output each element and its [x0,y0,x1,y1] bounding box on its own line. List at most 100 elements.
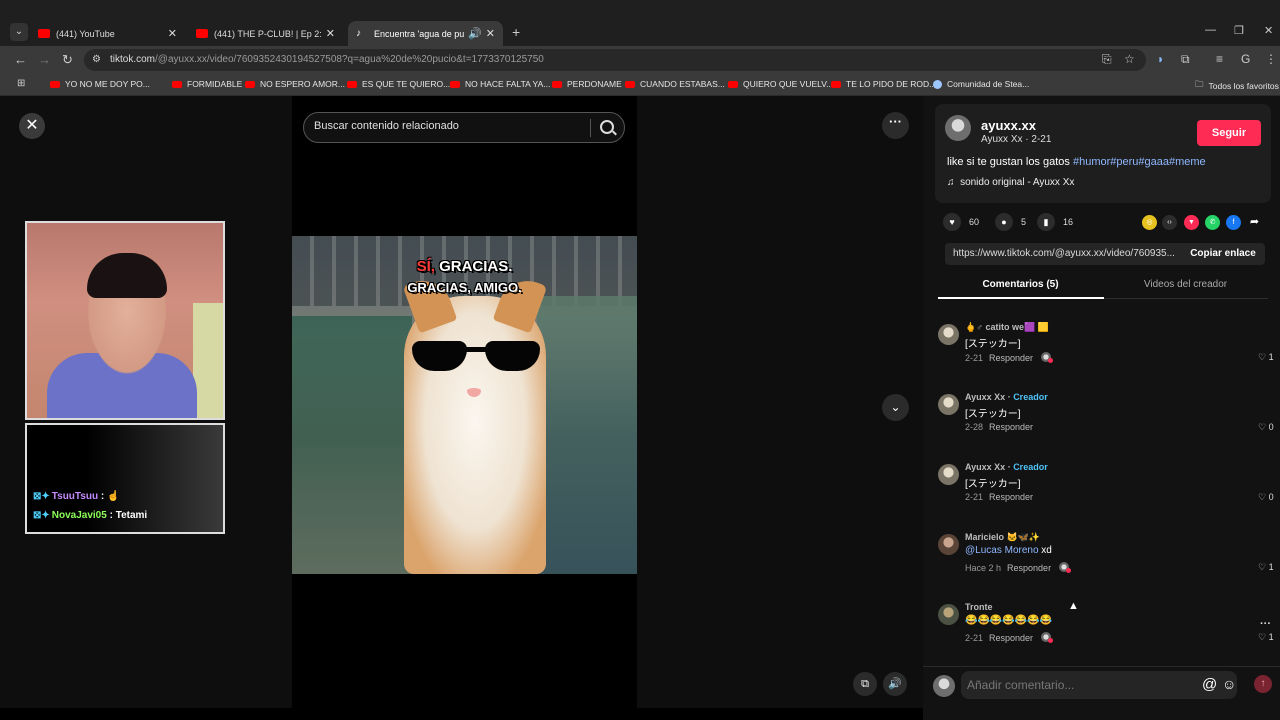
commenter-avatar[interactable] [938,534,959,555]
reply-button[interactable]: Responder [1007,563,1051,573]
bookmark-item[interactable]: CUANDO ESTABAS... [625,79,725,89]
related-search-bar[interactable] [303,112,625,143]
save-button[interactable]: ▮ 16 [1037,213,1073,231]
next-video-button[interactable]: ⌄ [882,394,909,421]
comment-like[interactable]: ♡ 1 [1258,632,1274,643]
mention-at-icon[interactable]: @ [1202,676,1217,693]
embed-icon[interactable]: ‹› [1162,215,1177,230]
new-tab-button[interactable]: + [512,24,520,40]
window-close-icon[interactable]: ✕ [1264,24,1273,37]
follow-button[interactable]: Seguir [1197,120,1261,146]
whatsapp-icon[interactable]: ✆ [1205,215,1220,230]
all-bookmarks[interactable]: 🗀 Todos los favoritos [1195,79,1279,93]
tab-tiktok[interactable]: ♪ Encuentra 'agua de pucio' e 🔊 ✕ [348,21,503,46]
reply-button[interactable]: Responder [989,492,1033,502]
video-caption-line1: SÍ, GRACIAS. [292,258,637,275]
comment-meta: 2-21 Responder [965,352,1054,363]
search-input[interactable] [314,120,584,132]
bookmark-item[interactable]: QUIERO QUE VUELV... [728,79,833,89]
more-options-button[interactable]: ··· [882,112,909,139]
install-icon[interactable]: ⎘ [1102,52,1112,67]
comment-like[interactable]: ♡ 1 [1258,352,1274,363]
comment-more-icon[interactable]: ··· [1260,618,1271,630]
address-bar[interactable]: ⚙ tiktok.com/@ayuxx.xx/video/76093524301… [84,49,1146,71]
close-video-button[interactable]: ✕ [19,113,45,139]
bookmark-item[interactable]: Comunidad de Stea... [933,79,1029,89]
floating-player-icon[interactable]: ⧉ [853,672,877,696]
bookmark-item[interactable]: YO NO ME DOY PO... [50,79,150,89]
speaker-icon[interactable]: 🔊 [468,27,482,40]
site-info-icon[interactable]: ⚙ [92,49,101,71]
facebook-icon[interactable]: f [1226,215,1241,230]
commenter-name[interactable]: Ayuxx Xx · Creador [965,462,1048,472]
commenter-name[interactable]: 🖕♂ catito we🟪 🟨 [965,322,1049,333]
tab-creator-videos[interactable]: Videos del creador [1103,279,1268,290]
close-tab-icon[interactable]: ✕ [168,27,177,40]
comment-input[interactable] [967,678,1197,692]
coin-share-icon[interactable]: ◎ [1142,215,1157,230]
bookmark-item[interactable]: NO HACE FALTA YA... [450,79,550,89]
extensions-icon[interactable]: ⧉ [1181,52,1190,67]
close-tab-icon[interactable]: ✕ [486,27,495,40]
reply-button[interactable]: Responder [989,422,1033,432]
tab-comments[interactable]: Comentarios (5) [938,279,1103,290]
media-icon[interactable]: ≡ [1216,52,1223,66]
comment-item: Maricielo 🐱🦋✨ @Lucas Moreno xd Hace 2 h R… [938,532,1274,590]
restore-icon[interactable]: ❐ [1234,24,1244,37]
tab-youtube-pclub[interactable]: (441) THE P-CLUB! | Ep 2: Los S ✕ [188,21,343,46]
bookmark-star-icon[interactable]: ☆ [1124,52,1135,66]
heart-icon: ♥ [943,213,961,231]
minimize-icon[interactable]: — [1205,24,1216,36]
commenter-avatar[interactable] [938,604,959,625]
reply-button[interactable]: Responder [989,633,1033,643]
bookmark-label: Comunidad de Stea... [947,79,1030,89]
share-link-url[interactable]: https://www.tiktok.com/@ayuxx.xx/video/7… [953,248,1178,259]
bookmark-item[interactable]: NO ESPERO AMOR... [245,79,345,89]
commenter-name[interactable]: Tronte [965,602,993,612]
close-tab-icon[interactable]: ✕ [326,27,335,40]
comment-like[interactable]: ♡ 0 [1258,492,1274,503]
tab-search-button[interactable]: ⌄ [10,23,28,41]
comment-like[interactable]: ♡ 0 [1258,422,1274,433]
commenter-name[interactable]: Maricielo 🐱🦋✨ [965,532,1040,543]
profile-icon[interactable]: G [1241,52,1250,66]
commenter-avatar[interactable] [938,464,959,485]
back-icon[interactable]: ← [14,52,27,67]
reply-button[interactable]: Responder [989,353,1033,363]
reload-icon[interactable]: ↻ [62,52,73,68]
mention-link[interactable]: @Lucas Moreno [965,545,1039,556]
chat-line: ⊠✦ TsuuTsuu : ☝ [33,491,120,502]
search-icon[interactable] [600,120,614,134]
forward-icon[interactable]: → [38,52,51,67]
share-arrow-icon[interactable]: ➦ [1247,215,1262,230]
apps-grid-icon[interactable]: ⊞ [17,79,27,89]
creator-liked-avatar [1041,632,1054,643]
commenter-avatar[interactable] [938,324,959,345]
bookmark-item[interactable]: ES QUE TE QUIERO... [347,79,450,89]
comment-button[interactable]: ● 5 [995,213,1026,231]
commenter-name[interactable]: Ayuxx Xx · Creador [965,392,1048,402]
like-button[interactable]: ♥ 60 [943,213,979,231]
post-comment-button[interactable]: ↑ [1254,675,1272,693]
sound-link[interactable]: ♫ sonido original - Ayuxx Xx [947,177,1074,188]
commenter-avatar[interactable] [938,394,959,415]
video-player[interactable]: SÍ, GRACIAS. GRACIAS, AMIGO. [292,236,637,574]
extension-audio-icon[interactable]: ◗ [1157,52,1164,66]
copy-link-button[interactable]: Copiar enlace [1181,243,1265,265]
author-avatar[interactable] [945,115,971,141]
hashtags-link[interactable]: #humor#peru#gaaa#meme [1073,156,1206,168]
chat-message: Tetami [115,510,148,521]
comment-like[interactable]: ♡ 1 [1258,562,1274,573]
volume-icon[interactable]: 🔊 [883,672,907,696]
url-host: tiktok.com [110,54,156,65]
tab-youtube[interactable]: (441) YouTube ✕ [30,21,185,46]
bookmark-item[interactable]: PERDONAME [552,79,622,89]
bookmark-item[interactable]: FORMIDABLE [172,79,242,89]
emoji-icon[interactable]: ☺ [1222,676,1236,692]
bookmark-item[interactable]: TE LO PIDO DE ROD... [831,79,936,89]
author-username[interactable]: ayuxx.xx [981,118,1036,133]
send-to-friends-icon[interactable]: ▼ [1184,215,1199,230]
video-stall-left [292,316,412,574]
browser-menu-icon[interactable]: ⋮ [1265,52,1277,66]
comment-input-box[interactable]: @ ☺ [961,671,1237,699]
